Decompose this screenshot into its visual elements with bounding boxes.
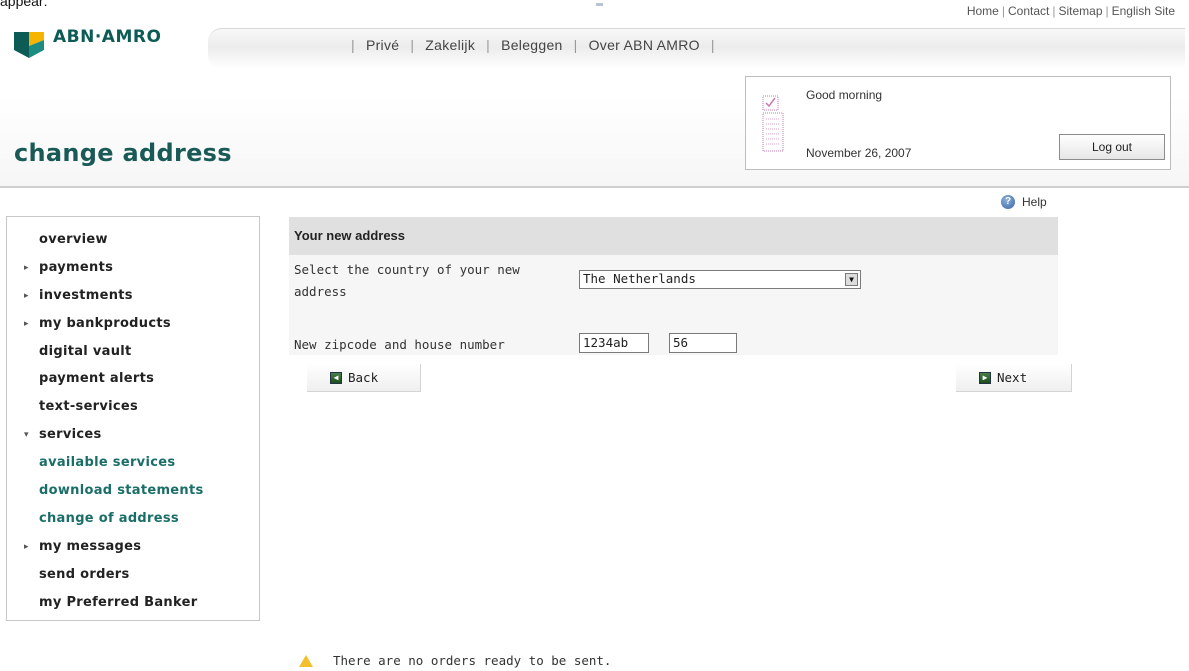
chevron-down-icon: ▾ bbox=[24, 430, 29, 441]
chevron-right-icon: ▸ bbox=[24, 290, 29, 301]
back-label: Back bbox=[348, 370, 379, 385]
sidebar-item-available-services[interactable]: available services bbox=[7, 453, 204, 481]
nav-beleggen[interactable]: Beleggen bbox=[501, 37, 563, 53]
greeting-text: Good morning bbox=[806, 88, 883, 102]
english-site-link[interactable]: English Site bbox=[1112, 4, 1175, 18]
sidebar-item-investments[interactable]: ▸ investments bbox=[7, 286, 204, 314]
main-nav: | Privé | Zakelijk | Beleggen | Over ABN… bbox=[351, 37, 715, 53]
page-title: change address bbox=[14, 139, 232, 167]
sidebar-item-label: payments bbox=[39, 259, 114, 275]
next-button[interactable]: ▶ Next bbox=[956, 364, 1072, 392]
sidebar-item-overview[interactable]: overview bbox=[7, 230, 204, 258]
sidebar-item-my-messages[interactable]: ▸ my messages bbox=[7, 537, 204, 565]
sidebar-item-download-statements[interactable]: download statements bbox=[7, 481, 204, 509]
help-label: Help bbox=[1022, 195, 1047, 209]
sidebar-menu: overview ▸ payments ▸ investments ▸ my bankpro… bbox=[6, 216, 260, 621]
country-select-value: The Netherlands bbox=[583, 271, 696, 286]
sidebar-item-label: overview bbox=[39, 232, 108, 247]
chevron-right-icon: ▸ bbox=[24, 262, 29, 273]
calendar-icon bbox=[762, 93, 784, 153]
shield-logo-icon bbox=[14, 28, 44, 58]
sidebar-item-change-of-address[interactable]: change of address bbox=[7, 509, 204, 537]
sidebar-item-label: services bbox=[39, 427, 102, 443]
sidebar-item-my-bankproducts[interactable]: ▸ my bankproducts bbox=[7, 314, 204, 342]
page-top-fragment: appear: bbox=[0, 0, 48, 9]
sidebar-item-send-orders[interactable]: send orders bbox=[7, 565, 204, 593]
contact-link[interactable]: Contact bbox=[1008, 4, 1049, 18]
sitemap-link[interactable]: Sitemap bbox=[1058, 4, 1102, 18]
nav-over-abn-amro[interactable]: Over ABN AMRO bbox=[589, 37, 700, 53]
top-marker bbox=[596, 3, 603, 6]
sidebar-item-label: my messages bbox=[39, 538, 142, 554]
zipcode-label: New zipcode and house number bbox=[294, 337, 505, 352]
sidebar-item-services[interactable]: ▾ services bbox=[7, 425, 204, 453]
orders-notice-text: There are no orders ready to be sent. bbox=[333, 653, 612, 668]
sidebar-item-label: download statements bbox=[39, 483, 204, 499]
country-select[interactable]: The Netherlands ▼ bbox=[579, 270, 861, 289]
sidebar-item-label: send orders bbox=[39, 566, 130, 582]
sidebar-list: overview ▸ payments ▸ investments ▸ my bankpro… bbox=[7, 230, 204, 620]
chevron-down-icon[interactable]: ▼ bbox=[845, 273, 858, 286]
arrow-left-icon: ◀ bbox=[330, 371, 342, 384]
brand-name: ABN·AMRO bbox=[53, 27, 162, 47]
home-link[interactable]: Home bbox=[967, 4, 999, 18]
help-icon: ? bbox=[1001, 195, 1015, 209]
orders-notice: There are no orders ready to be sent. bbox=[299, 653, 611, 668]
utility-links: Home | Contact | Sitemap | English Site bbox=[966, 4, 1175, 18]
form-panel-title: Your new address bbox=[294, 228, 406, 243]
sidebar-item-payment-alerts[interactable]: payment alerts bbox=[7, 369, 204, 397]
sidebar-item-label: investments bbox=[39, 287, 133, 303]
sidebar-item-payments[interactable]: ▸ payments bbox=[7, 258, 204, 286]
sidebar-item-label: text-services bbox=[39, 399, 139, 415]
header-divider bbox=[0, 186, 1189, 188]
current-date: November 26, 2007 bbox=[806, 146, 912, 160]
zipcode-input[interactable]: 1234ab bbox=[579, 333, 649, 353]
nav-zakelijk[interactable]: Zakelijk bbox=[425, 37, 475, 53]
chevron-right-icon: ▸ bbox=[24, 541, 29, 552]
warning-icon bbox=[299, 654, 313, 667]
country-label: Select the country of your new address bbox=[294, 262, 520, 299]
sidebar-item-label: payment alerts bbox=[39, 371, 155, 387]
sidebar-item-my-preferred-banker[interactable]: my Preferred Banker bbox=[7, 593, 204, 621]
arrow-right-icon: ▶ bbox=[979, 371, 991, 384]
chevron-right-icon: ▸ bbox=[24, 318, 29, 329]
sidebar-item-digital-vault[interactable]: digital vault bbox=[7, 342, 204, 370]
sidebar-item-label: change of address bbox=[39, 510, 179, 526]
house-number-input[interactable]: 56 bbox=[669, 333, 737, 353]
sidebar-item-text-services[interactable]: text-services bbox=[7, 397, 204, 425]
sidebar-item-label: available services bbox=[39, 455, 176, 471]
sidebar-item-label: my Preferred Banker bbox=[39, 594, 198, 610]
sidebar-item-label: digital vault bbox=[39, 343, 132, 359]
back-button[interactable]: ◀ Back bbox=[307, 364, 421, 392]
next-label: Next bbox=[997, 370, 1028, 385]
abn-amro-logo[interactable]: ABN·AMRO bbox=[14, 27, 162, 58]
help-link[interactable]: ? Help bbox=[1001, 195, 1047, 209]
nav-prive[interactable]: Privé bbox=[366, 37, 399, 53]
sidebar-item-label: my bankproducts bbox=[39, 315, 171, 331]
logout-button[interactable]: Log out bbox=[1059, 134, 1165, 160]
